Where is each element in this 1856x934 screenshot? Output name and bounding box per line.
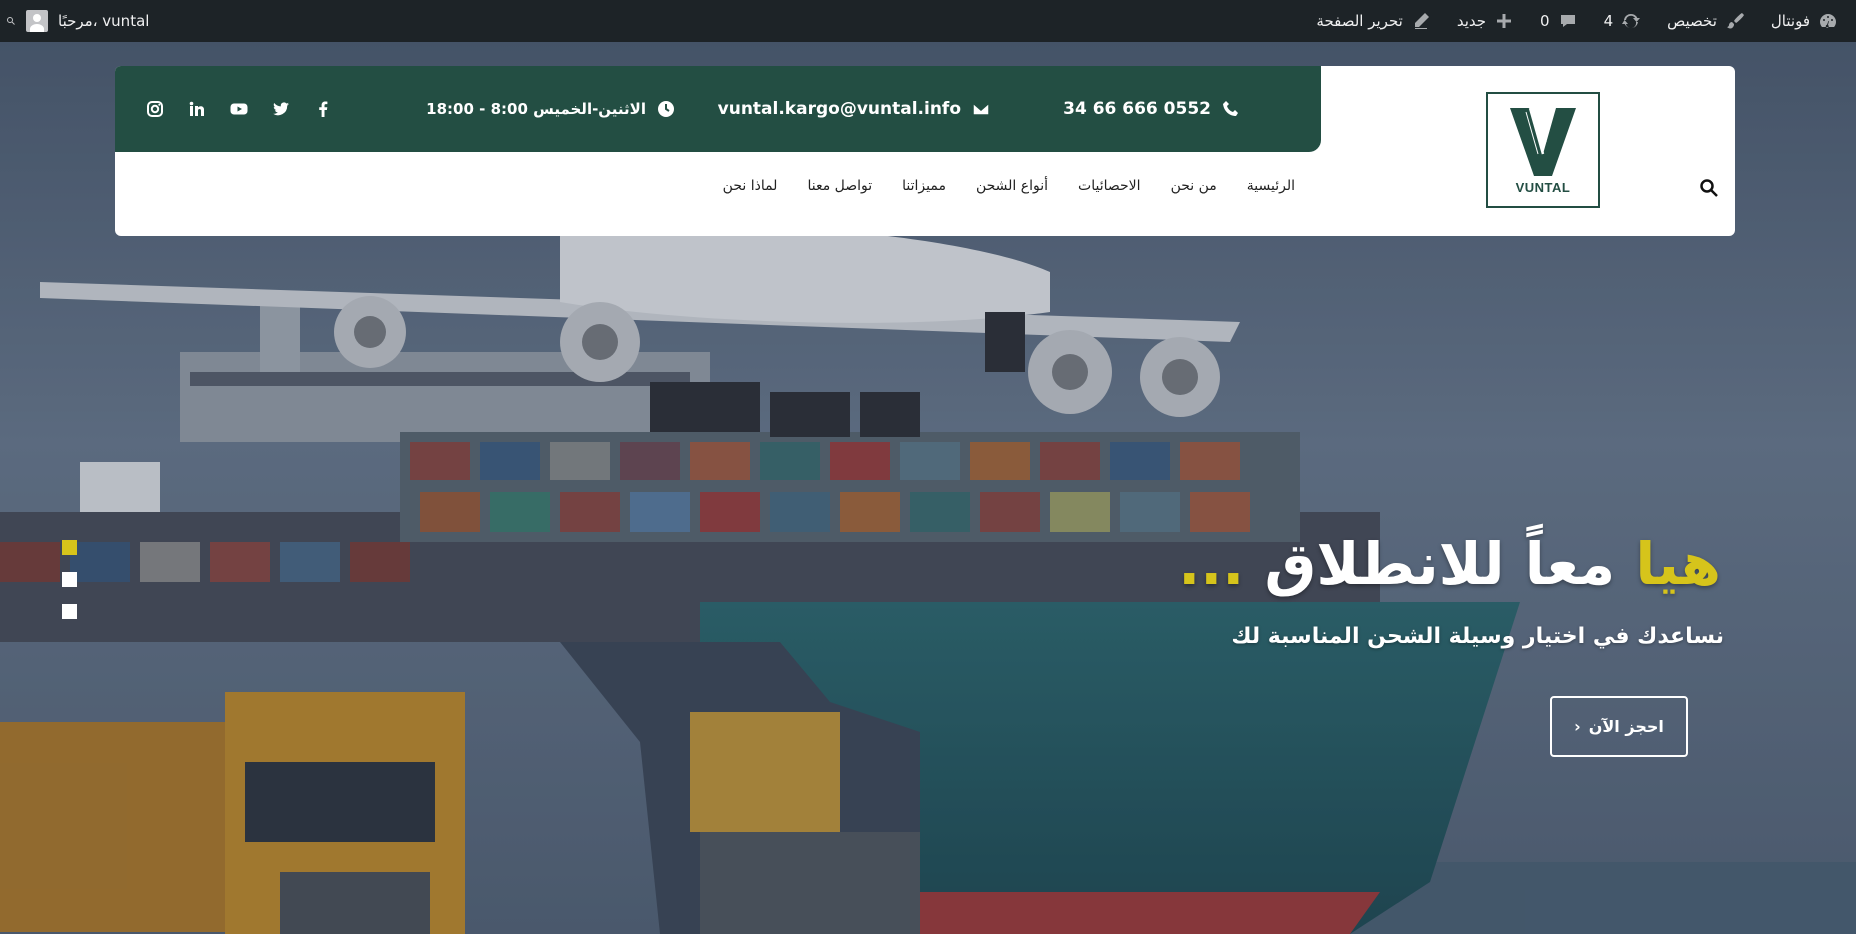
chevron-left-icon: ‹	[1574, 717, 1581, 736]
plus-icon	[1494, 11, 1514, 31]
edit-page-label[interactable]: تحرير الصفحة	[1316, 12, 1402, 30]
search-icon[interactable]	[1699, 178, 1723, 202]
updates-link[interactable]: 4	[1604, 11, 1642, 31]
logo-text: VUNTAL	[1515, 179, 1571, 195]
slider-dot-2[interactable]	[62, 572, 77, 587]
phone-contact[interactable]: 34 66 666 0552	[1063, 66, 1241, 152]
book-now-button[interactable]: احجز الآن ‹	[1550, 696, 1688, 757]
email-contact[interactable]: vuntal.kargo@vuntal.info	[718, 66, 991, 152]
admin-bar-account[interactable]: مرحبًا، vuntal	[6, 10, 149, 32]
admin-bar-menu: فونتال تخصيص 4 0 جديد تحرير الصفحة	[1316, 11, 1838, 31]
comments-link[interactable]: 0	[1540, 11, 1578, 31]
book-now-label: احجز الآن	[1588, 717, 1664, 736]
hero-title: هيا معاً للانطلاق ...	[1178, 530, 1721, 598]
social-links	[145, 66, 333, 152]
greeting-label[interactable]: مرحبًا، vuntal	[58, 12, 149, 30]
hero-title-accent: هيا	[1635, 530, 1721, 598]
site-logo[interactable]: VUNTAL	[1486, 92, 1600, 208]
main-navigation: الرئيسية من نحن الاحصائيات أنواع الشحن م…	[723, 178, 1295, 204]
envelope-icon	[971, 99, 991, 119]
nav-item-shipping-types[interactable]: أنواع الشحن	[976, 178, 1048, 204]
linkedin-icon[interactable]	[187, 99, 207, 119]
youtube-icon[interactable]	[229, 99, 249, 119]
twitter-icon[interactable]	[271, 99, 291, 119]
working-hours-text: الاثنين-الخميس 8:00 - 18:00	[426, 100, 646, 118]
comment-icon	[1558, 11, 1578, 31]
customize-label[interactable]: تخصيص	[1667, 12, 1717, 30]
email-address[interactable]: vuntal.kargo@vuntal.info	[718, 99, 961, 119]
hero-title-dots: ...	[1178, 530, 1245, 598]
pencil-icon	[1411, 11, 1431, 31]
hero-subtitle: نساعدك في اختيار وسيلة الشحن المناسبة لك	[1231, 624, 1724, 649]
slider-dot-1[interactable]	[62, 540, 77, 555]
instagram-icon[interactable]	[145, 99, 165, 119]
nav-item-features[interactable]: مميزاتنا	[902, 178, 946, 204]
nav-item-home[interactable]: الرئيسية	[1247, 178, 1295, 204]
site-name-link[interactable]: فونتال	[1771, 11, 1838, 31]
edit-page-link[interactable]: تحرير الصفحة	[1316, 11, 1430, 31]
nav-item-about[interactable]: من نحن	[1171, 178, 1217, 204]
facebook-icon[interactable]	[313, 99, 333, 119]
contact-topbar: 34 66 666 0552 vuntal.kargo@vuntal.info …	[115, 66, 1321, 152]
site-name[interactable]: فونتال	[1771, 12, 1810, 30]
search-icon[interactable]	[6, 16, 16, 26]
working-hours: الاثنين-الخميس 8:00 - 18:00	[426, 66, 676, 152]
new-label[interactable]: جديد	[1457, 12, 1486, 30]
admin-bar: مرحبًا، vuntal فونتال تخصيص 4 0 جديد تحر…	[0, 0, 1856, 42]
phone-number[interactable]: 34 66 666 0552	[1063, 99, 1211, 119]
phone-icon	[1221, 99, 1241, 119]
site-header: 34 66 666 0552 vuntal.kargo@vuntal.info …	[115, 66, 1735, 236]
slider-pagination	[62, 540, 77, 619]
slider-dot-3[interactable]	[62, 604, 77, 619]
hero-title-main: معاً للانطلاق	[1264, 530, 1616, 598]
clock-icon	[656, 99, 676, 119]
new-content-link[interactable]: جديد	[1457, 11, 1514, 31]
vuntal-logo-mark	[1510, 107, 1576, 176]
customize-link[interactable]: تخصيص	[1667, 11, 1745, 31]
refresh-icon	[1621, 11, 1641, 31]
dashboard-icon	[1818, 11, 1838, 31]
updates-count[interactable]: 4	[1604, 12, 1614, 30]
comments-count[interactable]: 0	[1540, 12, 1550, 30]
paintbrush-icon	[1725, 11, 1745, 31]
nav-item-why-us[interactable]: لماذا نحن	[723, 178, 778, 204]
nav-item-statistics[interactable]: الاحصائيات	[1078, 178, 1141, 204]
avatar[interactable]	[26, 10, 48, 32]
nav-item-contact[interactable]: تواصل معنا	[807, 178, 872, 204]
